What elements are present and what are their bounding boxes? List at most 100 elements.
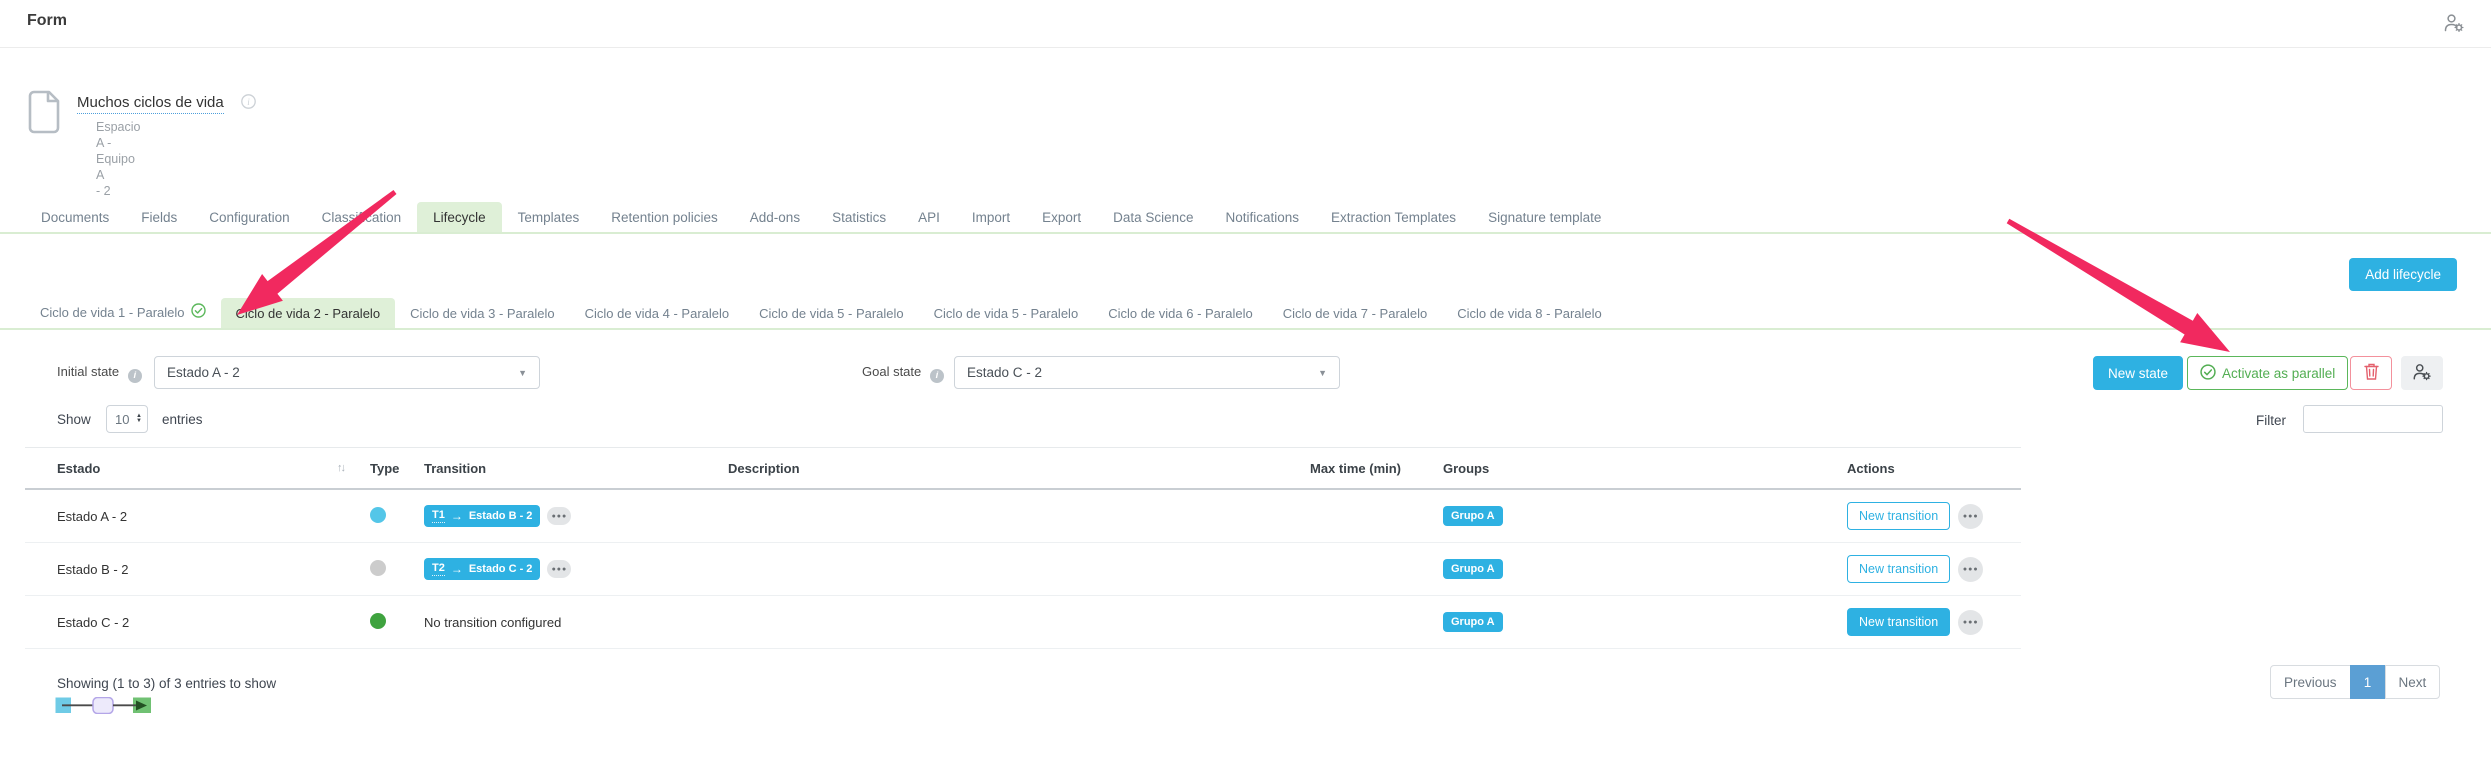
add-lifecycle-button[interactable]: Add lifecycle bbox=[2349, 258, 2457, 291]
col-estado: Estado bbox=[57, 461, 100, 476]
lifecycle-tab-9[interactable]: Ciclo de vida 8 - Paralelo bbox=[1442, 298, 1617, 328]
info-icon: i bbox=[930, 369, 944, 383]
col-max-time: Max time (min) bbox=[1310, 461, 1443, 476]
check-circle-icon bbox=[2200, 364, 2216, 383]
transition-code: T2 bbox=[432, 562, 445, 576]
tab-retention-policies[interactable]: Retention policies bbox=[595, 202, 734, 232]
tab-data-science[interactable]: Data Science bbox=[1097, 202, 1209, 232]
lifecycle-tab-2[interactable]: Ciclo de vida 2 - Paralelo bbox=[221, 298, 396, 328]
showing-entries-text: Showing (1 to 3) of 3 entries to show bbox=[57, 676, 276, 691]
transition-more-button[interactable]: ●●● bbox=[547, 507, 571, 525]
initial-state-select[interactable]: Estado A - 2 ▼ bbox=[154, 356, 540, 389]
initial-state-label: Initial state i bbox=[57, 364, 142, 383]
type-indicator bbox=[370, 560, 386, 576]
goal-state-label: Goal state i bbox=[862, 364, 944, 383]
table-row: Estado C - 2 No transition configured Gr… bbox=[25, 596, 2021, 649]
group-badge: Grupo A bbox=[1443, 559, 1503, 579]
transition-code: T1 bbox=[432, 509, 445, 523]
goal-state-select[interactable]: Estado C - 2 ▼ bbox=[954, 356, 1340, 389]
lifecycle-tab-8[interactable]: Ciclo de vida 7 - Paralelo bbox=[1268, 298, 1443, 328]
tab-extraction-templates[interactable]: Extraction Templates bbox=[1315, 202, 1472, 232]
pagination: Previous 1 Next bbox=[2270, 665, 2440, 699]
lifecycle-tab-bar: Ciclo de vida 1 - Paralelo Ciclo de vida… bbox=[0, 295, 2491, 330]
col-groups: Groups bbox=[1443, 461, 1847, 476]
user-settings-icon bbox=[2412, 362, 2432, 385]
table-row: Estado B - 2 T2 → Estado C - 2 ●●● Grupo… bbox=[25, 543, 2021, 596]
page-size-select[interactable]: 10 ▲▼ bbox=[106, 405, 148, 433]
svg-text:i: i bbox=[247, 97, 250, 107]
entries-label: entries bbox=[162, 412, 203, 427]
page-size-value: 10 bbox=[115, 412, 129, 427]
form-lifecycle-page: Form Muchos ciclos de vida bbox=[0, 0, 2491, 775]
lifecycle-permissions-button[interactable] bbox=[2401, 356, 2443, 390]
trash-icon bbox=[2364, 363, 2379, 383]
tab-import[interactable]: Import bbox=[956, 202, 1026, 232]
stepper-icon: ▲▼ bbox=[136, 414, 142, 424]
transition-target: Estado B - 2 bbox=[469, 510, 533, 522]
estado-cell: Estado B - 2 bbox=[57, 562, 370, 577]
page-title: Form bbox=[27, 12, 67, 30]
diagram-middle-state-node bbox=[93, 698, 113, 714]
tab-fields[interactable]: Fields bbox=[125, 202, 193, 232]
tab-statistics[interactable]: Statistics bbox=[816, 202, 902, 232]
initial-state-value: Estado A - 2 bbox=[167, 365, 240, 380]
chevron-down-icon: ▼ bbox=[1318, 368, 1327, 378]
lifecycle-tab-1[interactable]: Ciclo de vida 1 - Paralelo bbox=[25, 295, 221, 328]
goal-state-value: Estado C - 2 bbox=[967, 365, 1042, 380]
transition-more-button[interactable]: ●●● bbox=[547, 560, 571, 578]
sort-icon[interactable]: ↑↓ bbox=[337, 462, 344, 474]
activate-as-parallel-button[interactable]: Activate as parallel bbox=[2187, 356, 2348, 390]
new-state-button[interactable]: New state bbox=[2093, 356, 2183, 390]
estado-cell: Estado A - 2 bbox=[57, 509, 370, 524]
lifecycle-tab-6[interactable]: Ciclo de vida 5 - Paralelo bbox=[919, 298, 1094, 328]
page-1-button[interactable]: 1 bbox=[2350, 665, 2386, 699]
group-badge: Grupo A bbox=[1443, 506, 1503, 526]
activate-as-parallel-label: Activate as parallel bbox=[2222, 366, 2335, 381]
filter-input[interactable] bbox=[2303, 405, 2443, 433]
tab-notifications[interactable]: Notifications bbox=[1209, 202, 1315, 232]
type-indicator bbox=[370, 613, 386, 629]
lifecycle-tab-3[interactable]: Ciclo de vida 3 - Paralelo bbox=[395, 298, 570, 328]
table-row: Estado A - 2 T1 → Estado B - 2 ●●● Grupo… bbox=[25, 490, 2021, 543]
new-transition-button[interactable]: New transition bbox=[1847, 502, 1950, 530]
form-space-team-text: Espacio A - Equipo A - 2 bbox=[96, 119, 140, 199]
transition-badge[interactable]: T1 → Estado B - 2 bbox=[424, 505, 540, 527]
tab-signature-template[interactable]: Signature template bbox=[1472, 202, 1617, 232]
type-indicator bbox=[370, 507, 386, 523]
tab-lifecycle[interactable]: Lifecycle bbox=[417, 202, 502, 232]
estado-cell: Estado C - 2 bbox=[57, 615, 370, 630]
next-page-button[interactable]: Next bbox=[2385, 665, 2441, 699]
tab-templates[interactable]: Templates bbox=[502, 202, 596, 232]
tab-configuration[interactable]: Configuration bbox=[193, 202, 305, 232]
row-more-button[interactable]: ●●● bbox=[1958, 557, 1983, 582]
tab-export[interactable]: Export bbox=[1026, 202, 1097, 232]
show-label: Show bbox=[57, 412, 91, 427]
chevron-down-icon: ▼ bbox=[518, 368, 527, 378]
group-badge: Grupo A bbox=[1443, 612, 1503, 632]
check-circle-icon bbox=[191, 303, 206, 321]
new-transition-button[interactable]: New transition bbox=[1847, 608, 1950, 636]
row-more-button[interactable]: ●●● bbox=[1958, 610, 1983, 635]
tab-classification[interactable]: Classification bbox=[306, 202, 418, 232]
previous-page-button[interactable]: Previous bbox=[2270, 665, 2351, 699]
filter-label: Filter bbox=[2256, 413, 2286, 428]
form-info-icon: i bbox=[241, 94, 256, 114]
col-actions: Actions bbox=[1847, 461, 2021, 476]
user-settings-icon[interactable] bbox=[2443, 12, 2465, 34]
document-icon bbox=[27, 90, 61, 139]
main-tab-bar: Documents Fields Configuration Classific… bbox=[0, 202, 2491, 234]
arrow-right-icon: → bbox=[451, 562, 463, 576]
col-transition: Transition bbox=[424, 461, 728, 476]
lifecycle-tab-7[interactable]: Ciclo de vida 6 - Paralelo bbox=[1093, 298, 1268, 328]
new-transition-button[interactable]: New transition bbox=[1847, 555, 1950, 583]
row-more-button[interactable]: ●●● bbox=[1958, 504, 1983, 529]
tab-api[interactable]: API bbox=[902, 202, 956, 232]
lifecycle-tab-5[interactable]: Ciclo de vida 5 - Paralelo bbox=[744, 298, 919, 328]
lifecycle-tab-4[interactable]: Ciclo de vida 4 - Paralelo bbox=[570, 298, 745, 328]
info-icon: i bbox=[128, 369, 142, 383]
delete-lifecycle-button[interactable] bbox=[2350, 356, 2392, 390]
form-name-link[interactable]: Muchos ciclos de vida bbox=[77, 94, 224, 114]
transition-badge[interactable]: T2 → Estado C - 2 bbox=[424, 558, 540, 580]
tab-add-ons[interactable]: Add-ons bbox=[734, 202, 816, 232]
tab-documents[interactable]: Documents bbox=[25, 202, 125, 232]
